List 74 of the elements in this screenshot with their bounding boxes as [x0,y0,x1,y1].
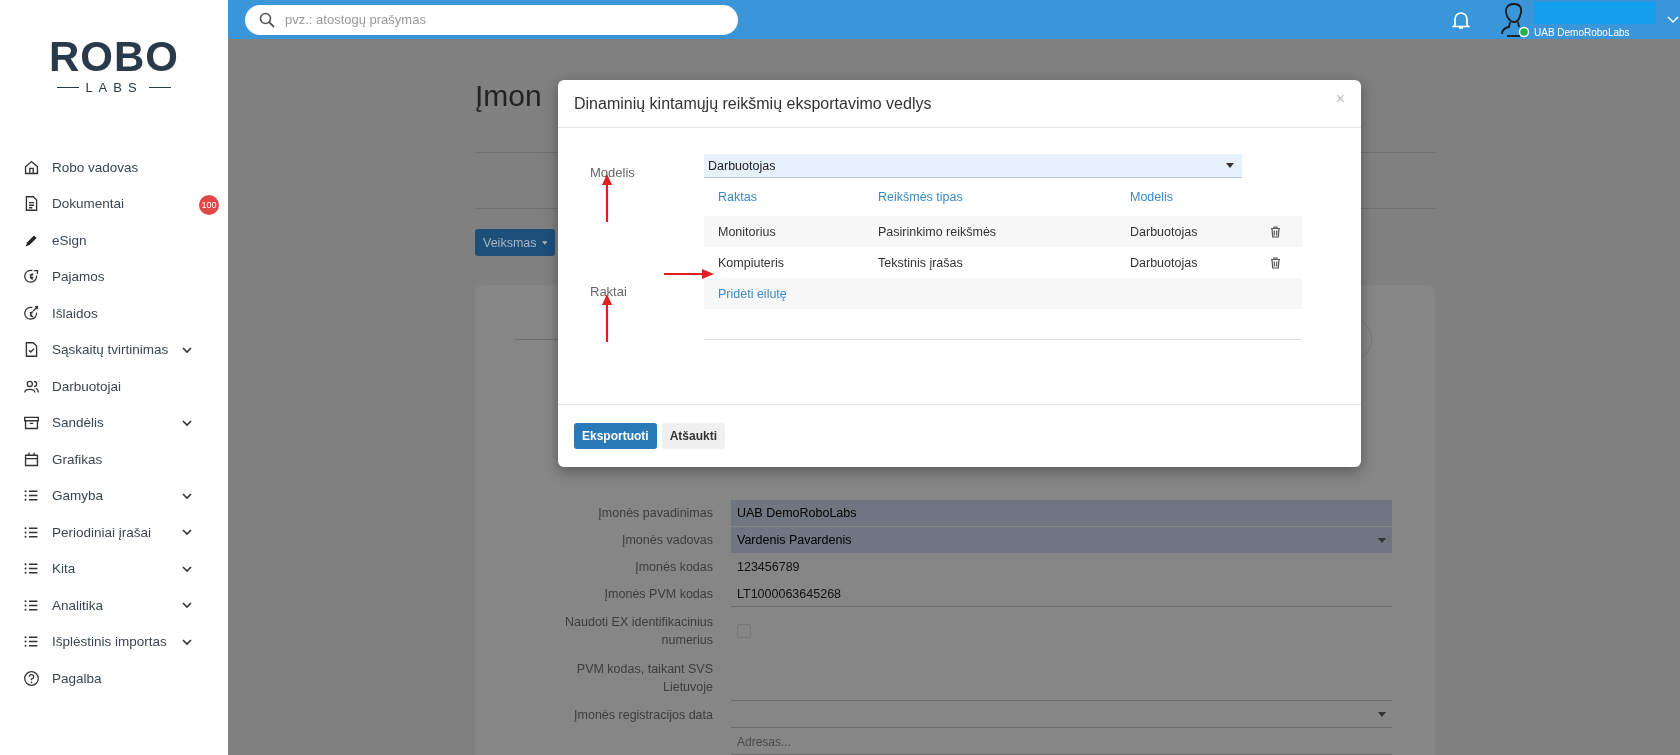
trash-icon[interactable] [1270,256,1281,269]
field-label: Įmonės PVM kodas [604,586,713,603]
table-cell-text: Darbuotojas [1130,255,1199,270]
address-field[interactable]: Adresas... [731,729,1392,755]
field-label: Naudoti EX identifikacinius numerius [564,614,713,649]
sidebar-item[interactable]: Pajamos [0,258,228,295]
table-cell-text: Monitorius [717,224,777,239]
table-cell-text: Pasirinkimo reikšmės [878,224,998,239]
add-row-link[interactable]: Pridėti eilutę [704,286,878,301]
document-check-icon [23,341,40,359]
logo-wordmark: ROBO [49,36,179,78]
archive-icon [23,414,40,432]
sidebar-item[interactable]: Dokumentai 100 [0,185,228,222]
page-title: Įmon [475,78,542,113]
form-field[interactable]: LT1000063645268 [731,581,1392,607]
keys-label: Raktai [590,284,628,299]
sidebar-item[interactable]: Kita [0,550,228,587]
field-label: Įmonės pavadinimas [598,505,713,522]
caret-icon [1378,712,1386,717]
field-label: Įmonės vadovas [621,532,713,549]
sidebar-item[interactable]: Sandėlis [0,404,228,441]
calendar-icon [23,450,40,468]
column-header: Modelis [1130,190,1175,204]
field-value: Vardenis Pavardenis [737,533,852,547]
field-value: UAB DemoRoboLabs [737,506,857,520]
model-label: Modelis [590,165,636,180]
sidebar-item[interactable]: Periodiniai įrašai [0,514,228,551]
table-cell-text: Tekstinis įrašas [878,255,964,270]
export-button[interactable]: Eksportuoti [574,423,657,449]
logo-subline: LABS [85,80,143,95]
arrow-annotation [664,269,714,279]
trash-icon[interactable] [1270,225,1281,238]
field-value: 123456789 [737,560,800,574]
form-field[interactable]: Vardenis Pavardenis [731,527,1392,553]
search-field[interactable]: pvz.: atostogų prašymas [245,4,738,35]
field-label: Įmonės registracijos data [574,707,713,724]
document-icon [23,195,40,213]
caret-icon [541,240,547,245]
cancel-button[interactable]: Atšaukti [661,423,725,449]
euro-arrow-icon [23,268,40,286]
column-header: Raktas [717,190,758,204]
sidebar-item[interactable]: Išplėstinis importas [0,623,228,660]
table-cell-text: Darbuotojas [1130,224,1199,239]
dialog-title: Dinaminių kintamųjų reikšmių eksportavimo vedlys [574,94,932,113]
field-label: PVM kodas, taikant SVS Lietuvoje [575,661,713,696]
field-label: Įmonės kodas [635,559,713,576]
notification-bell-icon[interactable] [1452,9,1470,30]
form-field[interactable]: UAB DemoRoboLabs [731,500,1392,526]
search-icon [259,11,275,28]
sidebar-item[interactable]: Sąskaitų tvirtinimas [0,331,228,368]
home-icon [23,158,40,176]
field-value: LT1000063645268 [737,586,842,601]
help-icon [23,669,40,687]
avatar-icon[interactable] [1498,1,1530,38]
chevron-down-icon[interactable] [1666,14,1680,25]
action-dropdown-button[interactable]: Veiksmas [475,229,555,256]
sidebar-item[interactable]: eSign [0,222,228,259]
model-select[interactable]: Darbuotojas [704,154,1242,178]
company-name: UAB DemoRoboLabs [1534,26,1631,38]
caret-icon [1378,537,1386,543]
sidebar-item[interactable]: Darbuotojai [0,368,228,405]
sidebar-item[interactable]: Grafikas [0,441,228,478]
euro-arrow-icon [23,304,40,322]
sidebar-item[interactable]: Robo vadovas [0,149,228,186]
form-field[interactable]: 123456789 [731,554,1392,580]
sidebar-item[interactable]: Gamyba [0,477,228,514]
table-cell-text: Kompiuteris [717,255,785,270]
caret-icon [1226,163,1234,168]
sidebar-item[interactable]: Analitika [0,587,228,624]
arrow-annotation [602,294,612,342]
column-header: Reikšmės tipas [878,190,964,204]
sidebar-item[interactable]: Išlaidos [0,295,228,332]
sidebar-item[interactable]: Pagalba [0,660,228,697]
count-badge: 100 [199,194,219,215]
